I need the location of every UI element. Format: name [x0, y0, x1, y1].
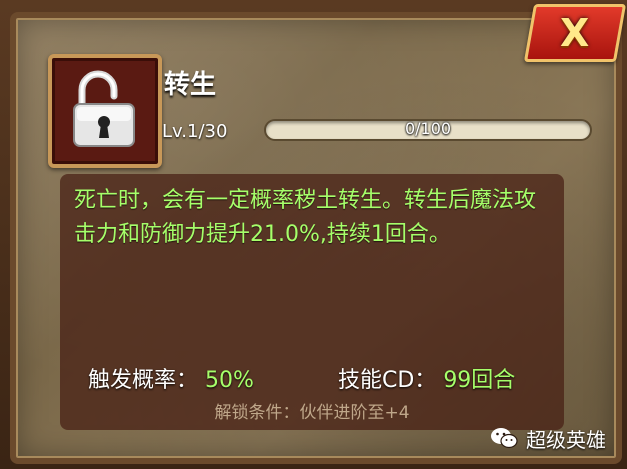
description-box: 死亡时，会有一定概率秽土转生。转生后魔法攻击力和防御力提升21.0%,持续1回合… [60, 174, 564, 430]
padlock-icon [73, 70, 135, 147]
skill-cooldown-label: 技能CD： [338, 368, 437, 393]
skill-cooldown: 技能CD： 99回合 [338, 362, 515, 394]
trigger-chance-value: 50% [205, 368, 254, 393]
skill-cooldown-value: 99回合 [443, 368, 516, 393]
unlock-condition: 解锁条件：伙伴进阶至+4 [214, 403, 410, 423]
skill-name: 转生 [164, 70, 217, 100]
watermark-text: 超级英雄 [526, 427, 606, 452]
skill-icon [48, 54, 162, 168]
watermark: 超级英雄 [490, 424, 606, 452]
xp-progress-text: 0/100 [404, 119, 452, 138]
trigger-chance: 触发概率： 50% [88, 362, 254, 394]
xp-progress-bar: 0/100 [266, 119, 590, 139]
close-icon: X [560, 11, 590, 55]
skill-level: Lv.1/30 [162, 121, 228, 142]
trigger-chance-label: 触发概率： [88, 368, 199, 393]
wechat-logo-icon [491, 428, 518, 449]
skill-description: 死亡时，会有一定概率秽土转生。转生后魔法攻击力和防御力提升21.0%,持续1回合… [74, 188, 537, 247]
close-button[interactable]: X [523, 4, 627, 62]
